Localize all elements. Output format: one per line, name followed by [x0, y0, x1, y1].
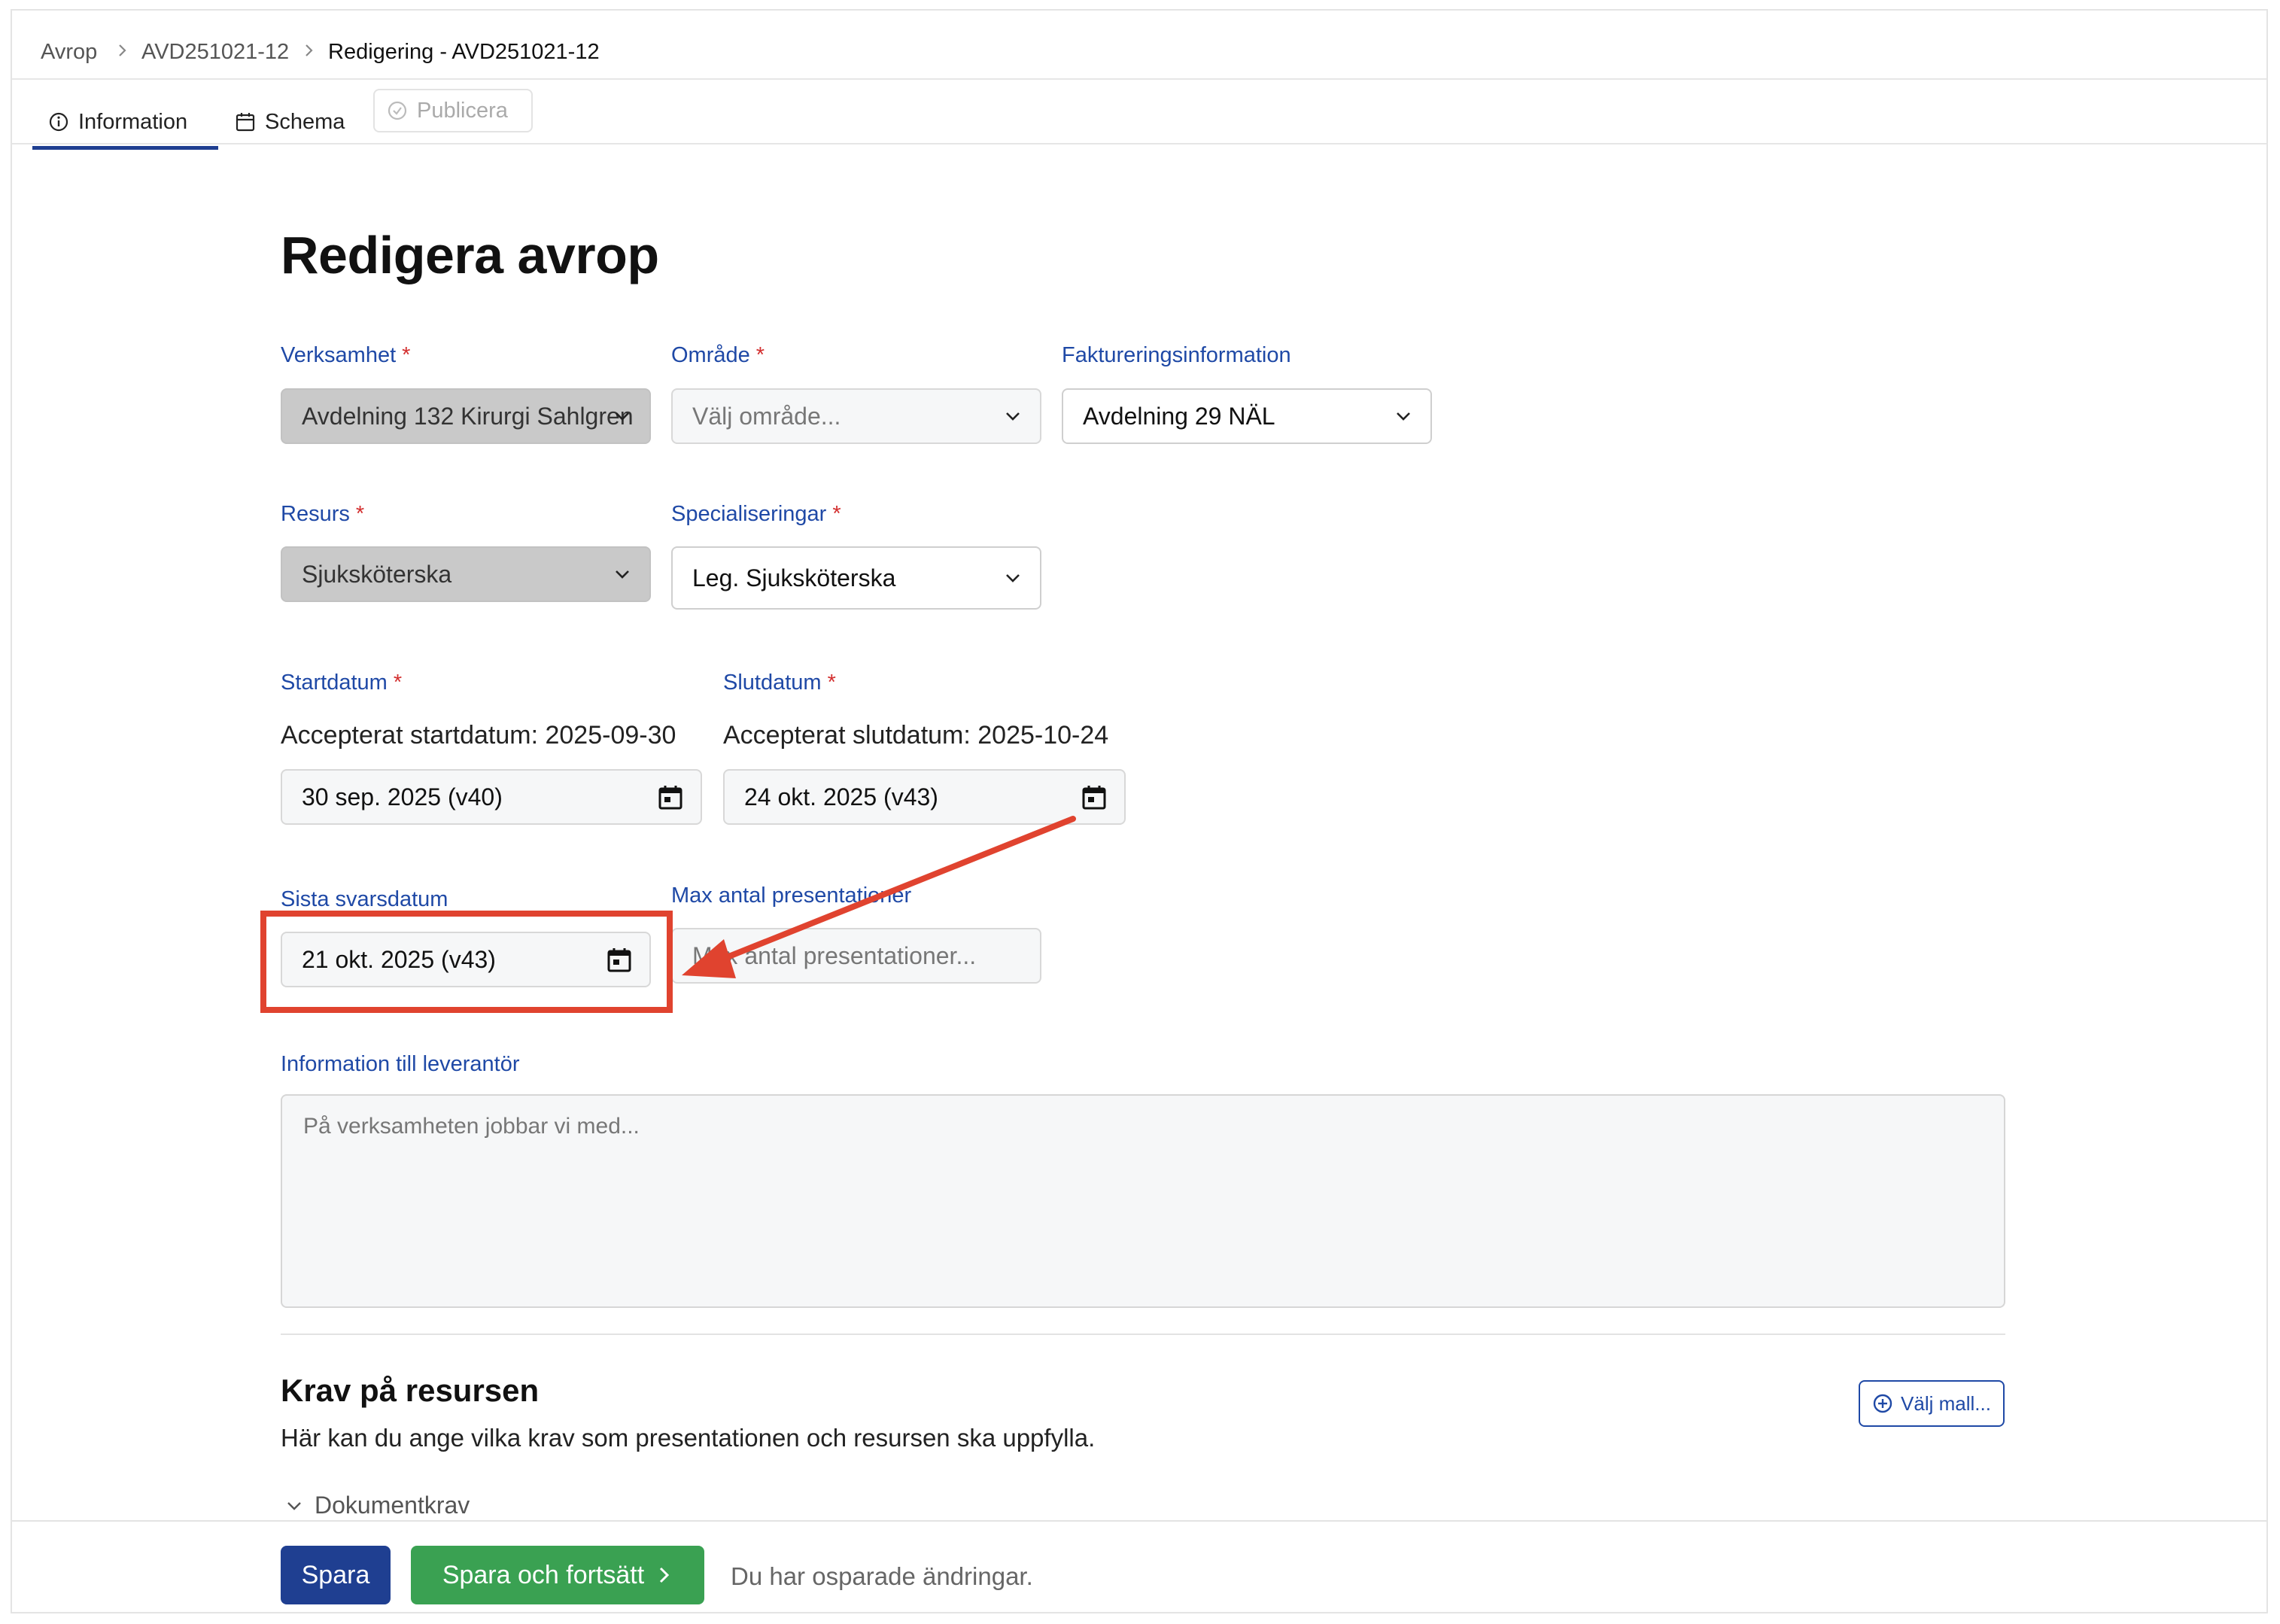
verksamhet-label-text: Verksamhet [281, 343, 397, 367]
save-continue-label: Spara och fortsätt [442, 1560, 645, 1589]
information-leverantor-placeholder: På verksamheten jobbar vi med... [303, 1114, 640, 1139]
specialiseringar-label: Specialiseringar * [671, 502, 841, 527]
startdatum-label-text: Startdatum [281, 671, 388, 695]
tab-information[interactable]: Information [48, 93, 187, 151]
resurs-select[interactable]: Sjuksköterska [281, 546, 651, 602]
chevron-down-icon [1006, 574, 1020, 582]
save-continue-button[interactable]: Spara och fortsätt [411, 1546, 704, 1604]
required-marker: * [755, 343, 765, 367]
accordion-dokumentkrav[interactable]: Dokumentkrav [284, 1492, 470, 1519]
information-leverantor-textarea[interactable]: På verksamheten jobbar vi med... [281, 1094, 2005, 1308]
calendar-icon[interactable] [657, 783, 684, 810]
accordion-dokumentkrav-label: Dokumentkrav [315, 1492, 470, 1519]
krav-description: Här kan du ange vilka krav som presentat… [281, 1424, 1096, 1452]
fakturering-select[interactable]: Avdelning 29 NÄL [1062, 388, 1432, 444]
breadcrumb-item-order[interactable]: AVD251021-12 [141, 40, 289, 65]
required-marker: * [355, 502, 365, 526]
breadcrumb-divider [12, 78, 2266, 80]
breadcrumb-current: Redigering - AVD251021-12 [328, 40, 600, 64]
check-circle-icon [388, 101, 407, 120]
chevron-right-icon [119, 44, 126, 56]
startdatum-label: Startdatum * [281, 671, 402, 695]
tab-schema-label: Schema [265, 109, 345, 134]
required-marker: * [827, 671, 836, 695]
resurs-label: Resurs * [281, 502, 364, 527]
specialiseringar-select[interactable]: Leg. Sjuksköterska [671, 546, 1041, 610]
required-marker: * [393, 671, 403, 695]
chevron-down-icon [1006, 412, 1020, 421]
max-presentationer-input[interactable]: Max antal presentationer... [671, 928, 1041, 984]
startdatum-accepted: Accepterat startdatum: 2025-09-30 [281, 721, 676, 750]
slutdatum-value: 24 okt. 2025 (v43) [744, 783, 938, 810]
slutdatum-label-text: Slutdatum [723, 671, 822, 695]
resurs-value: Sjuksköterska [302, 560, 452, 588]
chevron-down-icon [1397, 412, 1410, 421]
verksamhet-value: Avdelning 132 Kirurgi Sahlgren [302, 402, 634, 430]
required-marker: * [402, 343, 411, 367]
max-presentationer-placeholder: Max antal presentationer... [692, 941, 977, 969]
tab-publicera-label: Publicera [417, 98, 508, 123]
sista-svarsdatum-label: Sista svarsdatum [281, 887, 448, 911]
calendar-icon[interactable] [1081, 783, 1108, 810]
chevron-down-icon [616, 412, 629, 421]
omrade-label-text: Område [671, 343, 750, 367]
section-divider [281, 1334, 2005, 1335]
verksamhet-label: Verksamhet * [281, 343, 410, 368]
information-leverantor-label: Information till leverantör [281, 1052, 520, 1076]
footer-divider [12, 1520, 2266, 1522]
specialiseringar-value: Leg. Sjuksköterska [692, 564, 896, 592]
highlight-box [260, 911, 673, 1013]
slutdatum-accepted: Accepterat slutdatum: 2025-10-24 [723, 721, 1109, 750]
slutdatum-label: Slutdatum * [723, 671, 836, 695]
fakturering-value: Avdelning 29 NÄL [1083, 402, 1275, 430]
required-marker: * [832, 502, 841, 526]
save-button[interactable]: Spara [281, 1546, 391, 1604]
chevron-right-icon [306, 44, 313, 56]
chevron-down-icon [287, 1501, 301, 1510]
breadcrumb-item-avrop[interactable]: Avrop [41, 40, 97, 65]
omrade-placeholder: Välj område... [692, 402, 841, 430]
tabs-divider [12, 143, 2266, 144]
omrade-select[interactable]: Välj område... [671, 388, 1041, 444]
plus-circle-icon [1873, 1394, 1892, 1413]
specialiseringar-label-text: Specialiseringar [671, 502, 827, 526]
select-template-button[interactable]: Välj mall... [1859, 1380, 2005, 1427]
chevron-right-icon [660, 1567, 670, 1583]
slutdatum-input[interactable]: 24 okt. 2025 (v43) [723, 769, 1126, 825]
footer-bar: Spara Spara och fortsätt Du har osparade… [12, 1520, 2266, 1612]
calendar-icon [236, 113, 255, 132]
tab-information-label: Information [78, 109, 188, 134]
active-tab-indicator [32, 146, 218, 150]
page-title: Redigera avrop [281, 226, 659, 284]
app-window: Avrop AVD251021-12 Redigering - AVD25102… [11, 9, 2268, 1613]
tab-schema[interactable]: Schema [235, 93, 345, 151]
info-icon [49, 112, 68, 132]
fakturering-label: Faktureringsinformation [1062, 343, 1291, 367]
unsaved-status: Du har osparade ändringar. [731, 1562, 1033, 1590]
omrade-label: Område * [671, 343, 765, 368]
max-presentationer-label: Max antal presentationer [671, 883, 912, 908]
select-template-label: Välj mall... [1901, 1391, 1991, 1415]
chevron-down-icon [616, 570, 629, 579]
startdatum-input[interactable]: 30 sep. 2025 (v40) [281, 769, 702, 825]
tab-publicera[interactable]: Publicera [373, 89, 533, 132]
verksamhet-select[interactable]: Avdelning 132 Kirurgi Sahlgren [281, 388, 651, 444]
resurs-label-text: Resurs [281, 502, 350, 526]
krav-title: Krav på resursen [281, 1373, 540, 1408]
startdatum-value: 30 sep. 2025 (v40) [302, 783, 503, 810]
